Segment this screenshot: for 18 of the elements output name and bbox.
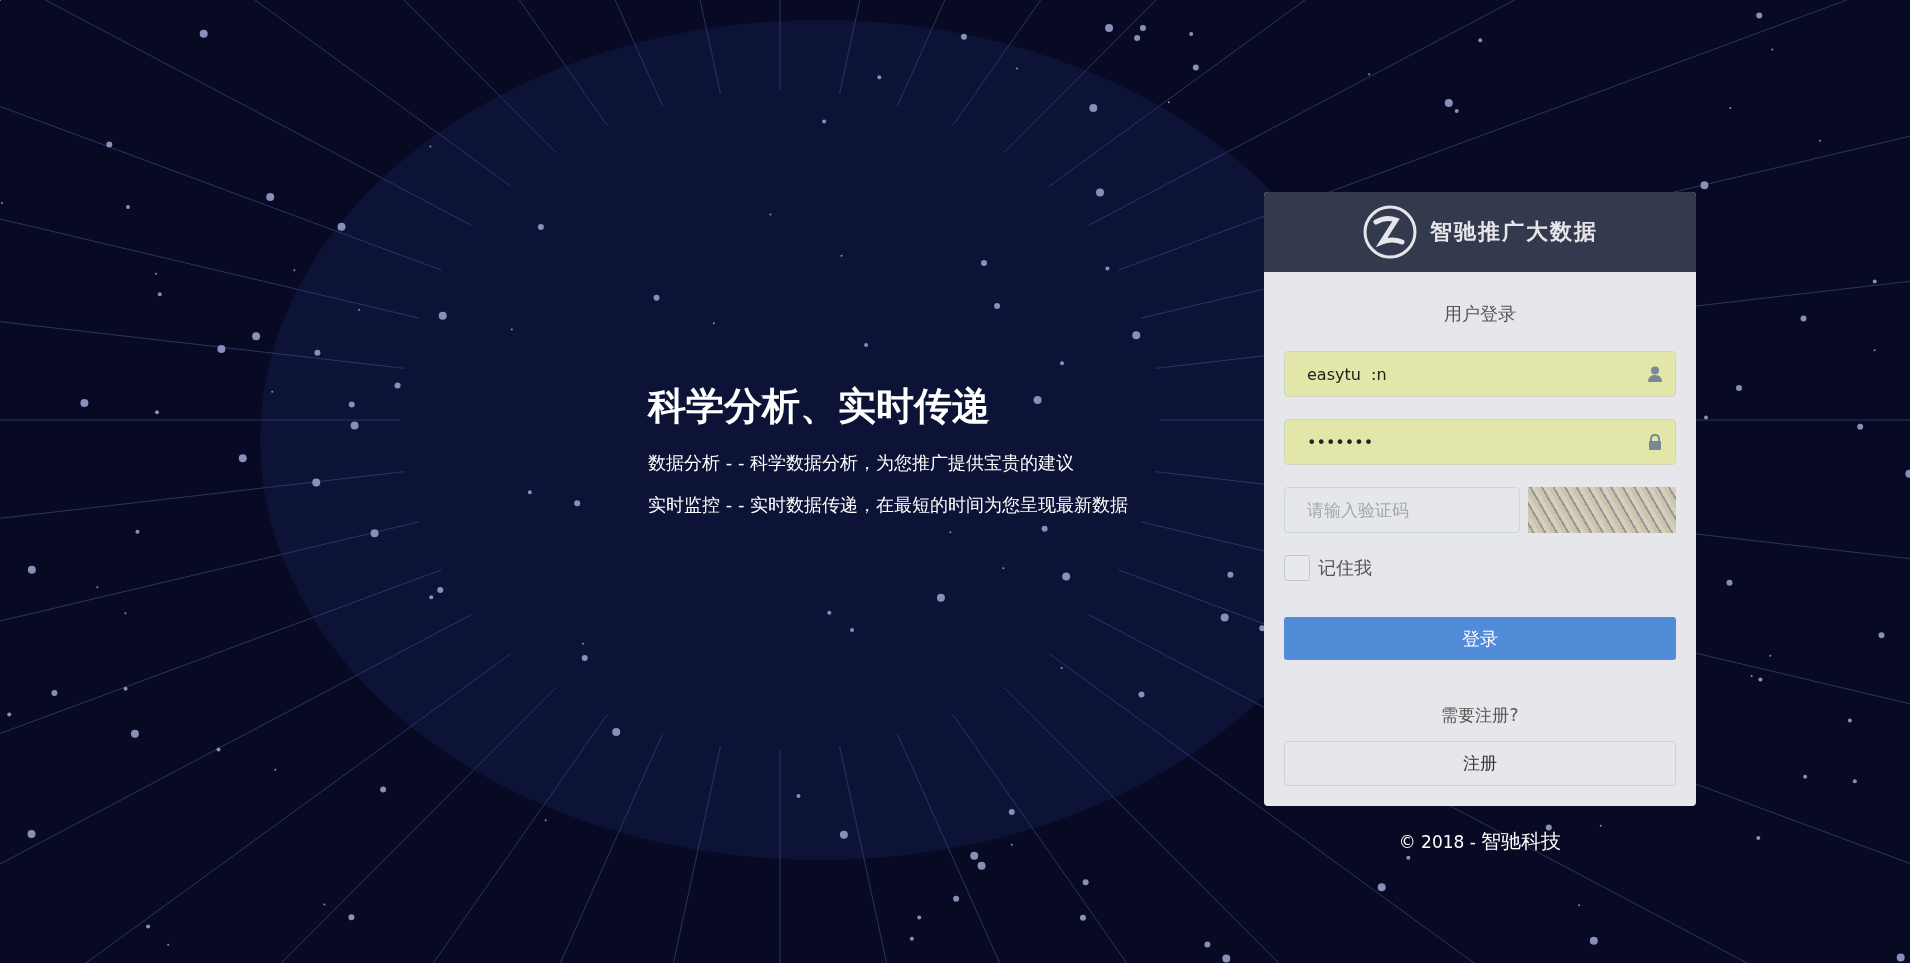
user-icon [1648,366,1662,382]
remember-label: 记住我 [1318,556,1372,580]
register-button[interactable]: 注册 [1284,741,1676,786]
copyright-text: © 2018 - [1398,832,1477,852]
brand-name: 智驰推广大数据 [1430,218,1598,246]
captcha-field[interactable]: 请输入验证码 [1284,487,1520,533]
username-field[interactable]: easytu :n [1284,351,1676,397]
captcha-image[interactable] [1528,487,1676,533]
hero-text: 数据分析 - - 科学数据分析，为您推广提供宝贵的建议 [648,451,1076,475]
login-title: 用户登录 [1443,302,1517,326]
hero-heading: 科学分析、实时传递 [648,383,991,430]
lock-icon [1648,434,1662,450]
company-name: 智驰科技 [1481,828,1562,855]
password-field[interactable]: ••••••• [1284,419,1676,465]
register-prompt: 需要注册? [1440,704,1520,727]
logo-icon [1362,204,1418,260]
remember-checkbox[interactable] [1284,555,1310,581]
hero-text: 实时监控 - - 实时数据传递，在最短的时间为您呈现最新数据 [648,493,1130,517]
